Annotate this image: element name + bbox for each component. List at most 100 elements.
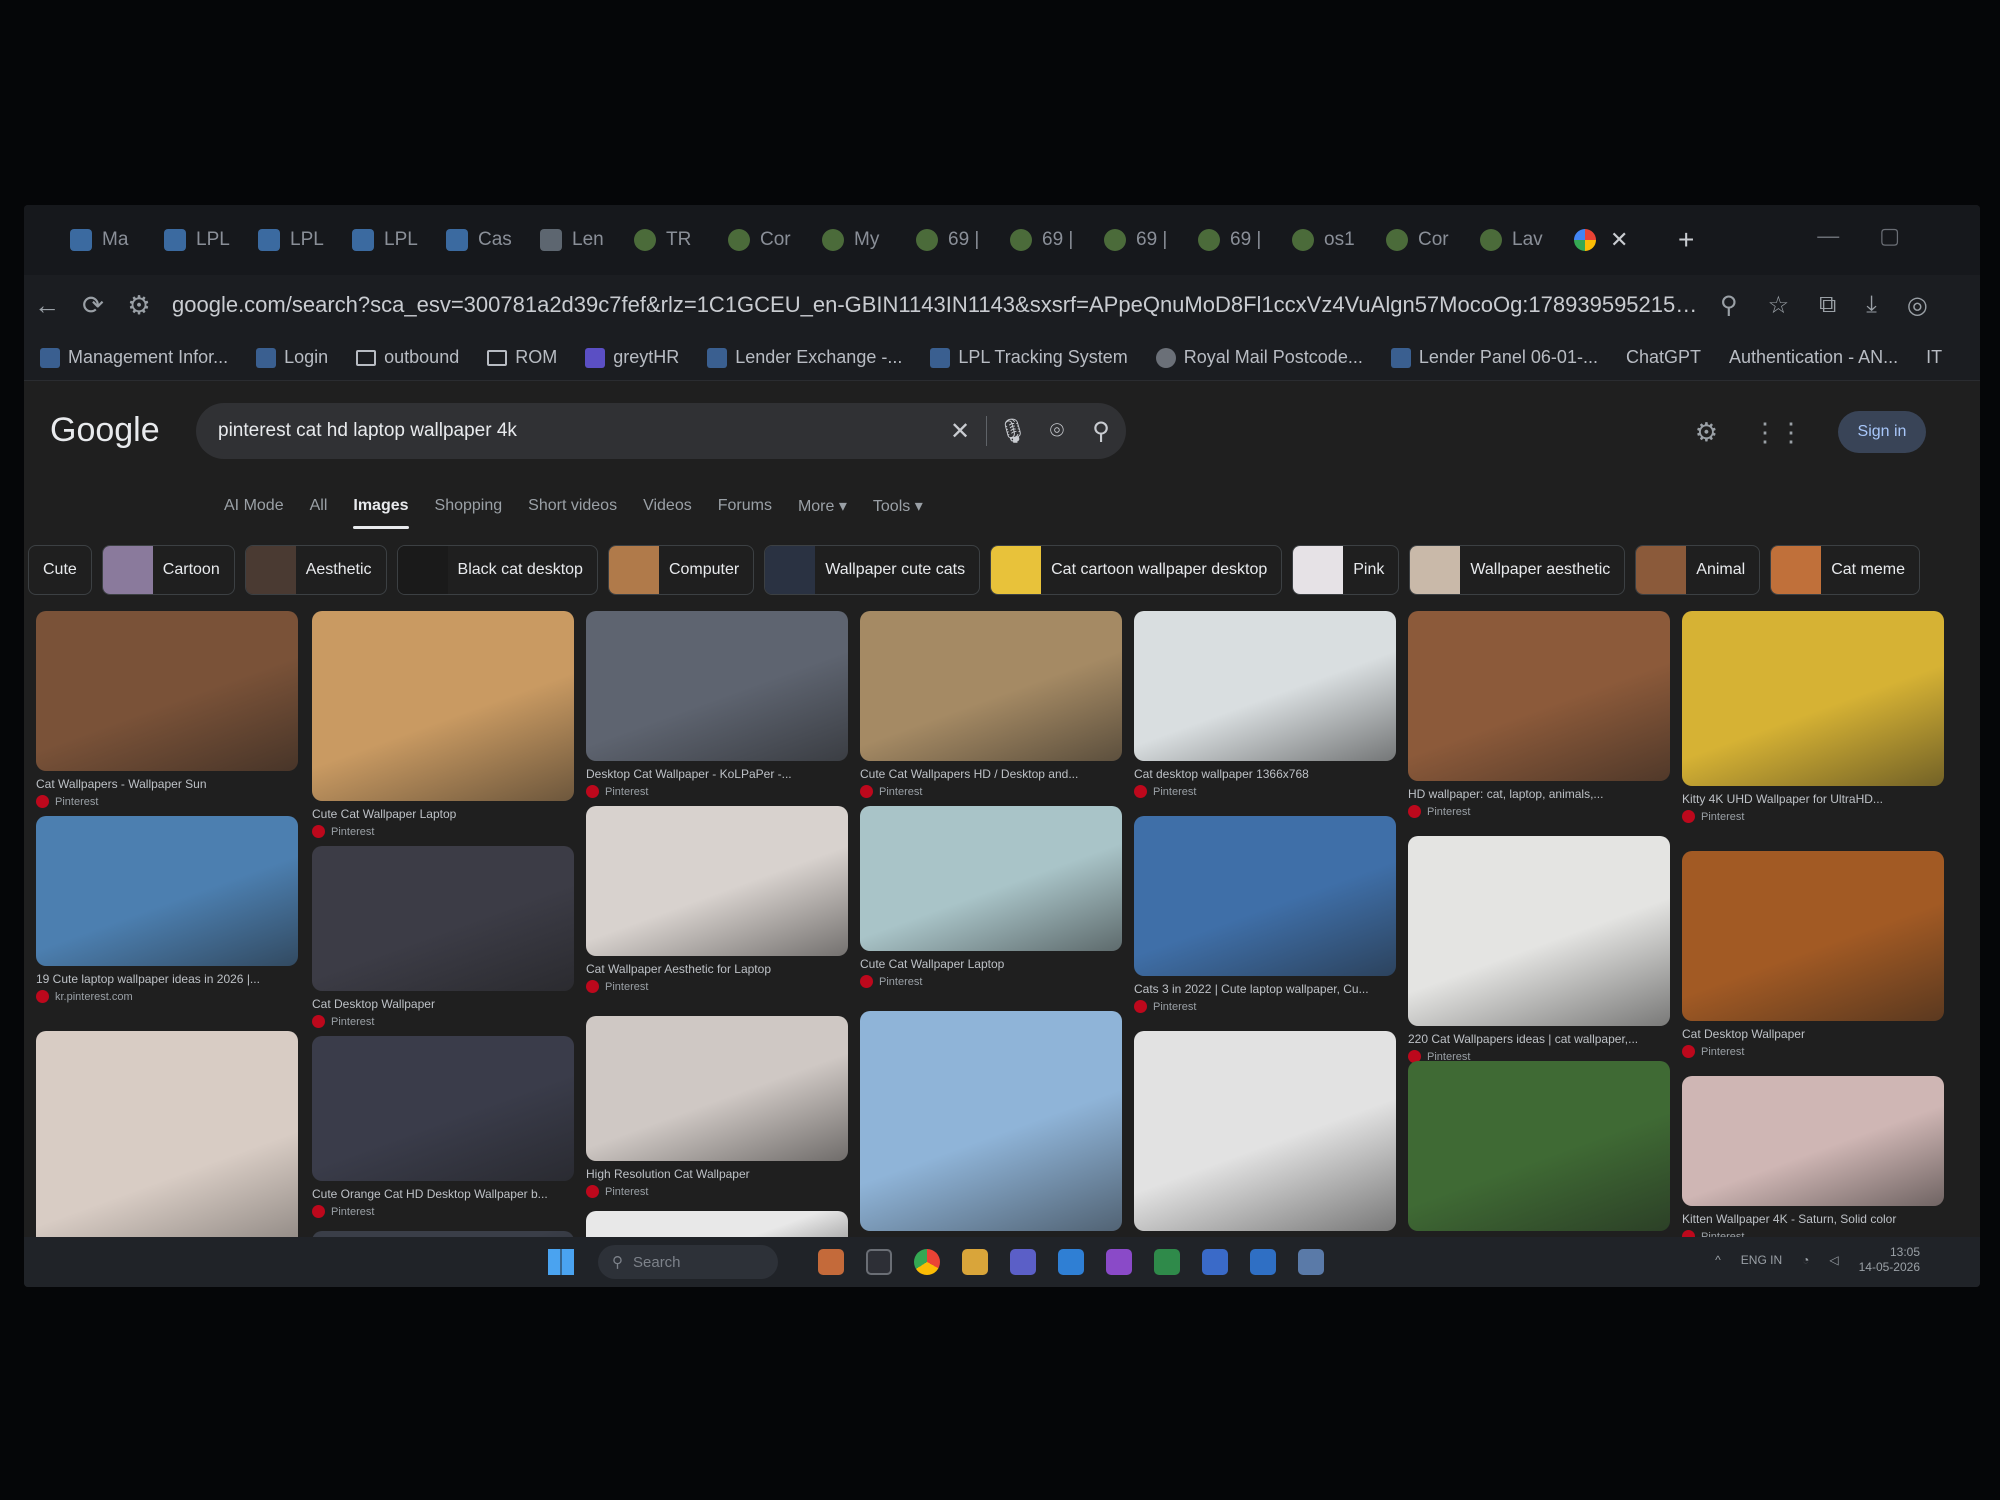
image-result[interactable] (1134, 1031, 1396, 1231)
refine-chip[interactable]: Cat cartoon wallpaper desktop (990, 545, 1283, 595)
result-thumbnail[interactable] (1134, 611, 1396, 761)
image-result[interactable]: Cute Cat Wallpapers HD / Desktop and... P… (860, 611, 1122, 798)
result-source[interactable]: Pinterest (1408, 805, 1670, 818)
refine-chip[interactable]: Cat meme (1770, 545, 1920, 595)
excel-icon[interactable] (1154, 1249, 1180, 1275)
browser-tab[interactable]: TR (634, 217, 728, 263)
search-tab[interactable]: Images (353, 481, 409, 531)
result-thumbnail[interactable] (586, 1016, 848, 1161)
browser-tab[interactable]: Lav (1480, 217, 1574, 263)
sign-in-button[interactable]: Sign in (1838, 411, 1926, 453)
result-source[interactable]: Pinterest (312, 1205, 574, 1218)
language-indicator[interactable]: ENG IN (1741, 1253, 1782, 1267)
image-result[interactable]: Cats 3 in 2022 | Cute laptop wallpaper, … (1134, 816, 1396, 1013)
result-thumbnail[interactable] (1134, 1031, 1396, 1231)
download-icon[interactable]: ⤓ (1866, 291, 1877, 320)
result-thumbnail[interactable] (860, 611, 1122, 761)
refine-chip[interactable]: Computer (607, 545, 755, 595)
chevron-up-icon[interactable]: ^ (1715, 1253, 1721, 1267)
star-icon[interactable]: ☆ (1768, 291, 1790, 320)
result-caption[interactable]: Cute Cat Wallpaper Laptop (860, 957, 1122, 971)
result-source[interactable]: Pinterest (36, 795, 298, 808)
result-source[interactable]: Pinterest (1134, 1000, 1396, 1013)
browser-tab[interactable]: LPL (258, 217, 352, 263)
image-result[interactable]: Cat Wallpaper Aesthetic for Laptop Pinter… (586, 806, 848, 993)
refine-chip[interactable]: Aesthetic (244, 545, 387, 595)
browser-tab[interactable]: Cas (446, 217, 540, 263)
refine-chip[interactable]: Cute (28, 545, 92, 595)
wifi-icon[interactable]: ◔ (1802, 1253, 1809, 1267)
bookmark-item[interactable]: Lender Exchange -... (707, 347, 902, 368)
image-result[interactable] (1408, 1061, 1670, 1231)
result-thumbnail[interactable] (586, 611, 848, 761)
clear-icon[interactable]: ✕ (938, 417, 982, 446)
active-tab-google[interactable]: ✕ (1574, 217, 1644, 263)
refine-chip[interactable]: Cartoon (101, 545, 235, 595)
result-source[interactable]: Pinterest (586, 785, 848, 798)
image-result[interactable]: Kitten Wallpaper 4K - Saturn, Solid colo… (1682, 1076, 1944, 1243)
bookmark-item[interactable]: ROM (487, 347, 557, 368)
image-result[interactable]: Cat Wallpapers - Wallpaper Sun Pinterest (36, 611, 298, 808)
bookmark-item[interactable]: Royal Mail Postcode... (1155, 347, 1363, 368)
back-icon[interactable]: ← (24, 290, 70, 321)
clock[interactable]: 13:05 14-05-2026 (1859, 1245, 1920, 1275)
result-source[interactable]: Pinterest (312, 825, 574, 838)
browser-tab[interactable]: 69 | (1198, 217, 1292, 263)
search-icon[interactable]: ⚲ (1079, 417, 1123, 446)
result-thumbnail[interactable] (860, 1011, 1122, 1231)
result-caption[interactable]: High Resolution Cat Wallpaper (586, 1167, 848, 1181)
result-thumbnail[interactable] (860, 806, 1122, 951)
bookmark-item[interactable]: Login (256, 347, 328, 368)
result-thumbnail[interactable] (1408, 836, 1670, 1026)
result-thumbnail[interactable] (1134, 816, 1396, 976)
image-result[interactable]: Cat desktop wallpaper 1366x768 Pinterest (1134, 611, 1396, 798)
result-caption[interactable]: Kitten Wallpaper 4K - Saturn, Solid colo… (1682, 1212, 1944, 1226)
result-caption[interactable]: Cute Cat Wallpaper Laptop (312, 807, 574, 821)
result-thumbnail[interactable] (1408, 1061, 1670, 1231)
result-source[interactable]: Pinterest (312, 1015, 574, 1028)
result-thumbnail[interactable] (1682, 1076, 1944, 1206)
result-caption[interactable]: Desktop Cat Wallpaper - KoLPaPer -... (586, 767, 848, 781)
refine-chip[interactable]: Black cat desktop (396, 545, 598, 595)
result-source[interactable]: Pinterest (1682, 810, 1944, 823)
app-icon[interactable] (1298, 1249, 1324, 1275)
browser-tab[interactable]: My (822, 217, 916, 263)
app-icon[interactable] (818, 1249, 844, 1275)
result-source[interactable]: Pinterest (586, 1185, 848, 1198)
image-result[interactable]: High Resolution Cat Wallpaper Pinterest (586, 1016, 848, 1198)
search-box[interactable]: ✕ 🎙 ⌾ ⚲ (196, 403, 1126, 459)
search-tab[interactable]: AI Mode (224, 481, 284, 531)
result-source[interactable]: Pinterest (860, 785, 1122, 798)
apps-grid-icon[interactable]: ⋮⋮ (1752, 417, 1804, 448)
result-thumbnail[interactable] (36, 816, 298, 966)
taskbar-search[interactable]: ⚲ Search (598, 1245, 778, 1279)
result-thumbnail[interactable] (312, 846, 574, 991)
result-thumbnail[interactable] (1682, 611, 1944, 786)
app-icon[interactable] (1202, 1249, 1228, 1275)
search-tab[interactable]: Forums (718, 481, 772, 531)
zoom-icon[interactable]: ⚲ (1720, 291, 1738, 320)
search-tab[interactable]: All (310, 481, 328, 531)
google-logo[interactable]: Google (50, 411, 160, 450)
close-tab-icon[interactable]: ✕ (1610, 227, 1628, 253)
settings-gear-icon[interactable]: ⚙ (1695, 417, 1718, 448)
refine-chip[interactable]: Wallpaper cute cats (764, 545, 981, 595)
bookmark-item[interactable]: LPL Tracking System (930, 347, 1128, 368)
extensions-icon[interactable]: ⧉ (1819, 291, 1836, 320)
result-thumbnail[interactable] (312, 611, 574, 801)
browser-tab[interactable]: Cor (1386, 217, 1480, 263)
site-info-icon[interactable]: ⚙ (116, 290, 162, 321)
result-caption[interactable]: Cute Cat Wallpapers HD / Desktop and... (860, 767, 1122, 781)
image-result[interactable]: 220 Cat Wallpapers ideas | cat wallpaper… (1408, 836, 1670, 1063)
browser-tab[interactable]: LPL (352, 217, 446, 263)
teams-icon[interactable] (1010, 1249, 1036, 1275)
search-tab[interactable]: Videos (643, 481, 692, 531)
bookmark-item[interactable]: outbound (356, 347, 459, 368)
windows-start-icon[interactable] (548, 1249, 574, 1275)
lens-icon[interactable]: ⌾ (1035, 417, 1079, 445)
search-tab[interactable]: Tools ▾ (873, 481, 923, 531)
chrome-icon[interactable] (914, 1249, 940, 1275)
browser-tab[interactable]: 69 | (1104, 217, 1198, 263)
search-input[interactable] (218, 420, 938, 442)
file-explorer-icon[interactable] (962, 1249, 988, 1275)
